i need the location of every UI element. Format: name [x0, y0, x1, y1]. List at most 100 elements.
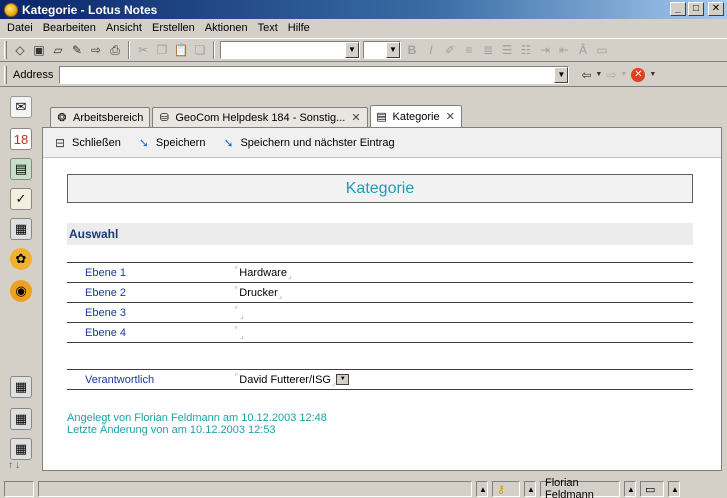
open-folder-icon[interactable]: ▱	[50, 42, 66, 58]
field-value-ebene-3[interactable]: ⌜ ⌟	[235, 306, 244, 320]
outdent-icon[interactable]: ⇤	[556, 42, 572, 58]
status-up-button[interactable]: ▲	[624, 481, 636, 497]
copy-icon[interactable]: ❐	[154, 42, 170, 58]
maximize-button[interactable]: □	[688, 2, 704, 16]
window-title: Kategorie - Lotus Notes	[22, 2, 158, 17]
action-label: Schließen	[72, 136, 121, 149]
font-style-combo[interactable]: ▼	[220, 41, 360, 59]
align-left-icon[interactable]: ≡	[461, 42, 477, 58]
save-action-button[interactable]: ➘ Speichern	[135, 135, 206, 151]
back-arrow-icon[interactable]: ⇦	[581, 68, 591, 82]
folder-stack-icon[interactable]: ▦	[10, 408, 32, 430]
current-user-field[interactable]: Florian Feldmann	[540, 477, 620, 498]
diamond-icon[interactable]: ◇	[12, 42, 28, 58]
paste-special-icon[interactable]: ❏	[192, 42, 208, 58]
forward-icon[interactable]: ⇨	[88, 42, 104, 58]
edit-icon[interactable]: ✎	[69, 42, 85, 58]
menu-hilfe[interactable]: Hilfe	[283, 22, 315, 34]
forward-arrow-icon[interactable]: ⇨	[606, 68, 616, 82]
status-up-button[interactable]: ▲	[476, 481, 488, 497]
folder-stack-icon[interactable]: ▦	[10, 376, 32, 398]
replicator-icon[interactable]: ▦	[10, 218, 32, 240]
text-properties-icon[interactable]: Â	[575, 42, 591, 58]
menu-bearbeiten[interactable]: Bearbeiten	[38, 22, 101, 34]
created-info: Angelegt von Florian Feldmann am 10.12.2…	[67, 412, 327, 424]
favorites-icon[interactable]: ✿	[10, 248, 32, 270]
field-bracket-close: ⌟	[240, 332, 244, 340]
bold-icon[interactable]: B	[404, 42, 420, 58]
address-grip[interactable]	[4, 65, 7, 84]
window-tabs: ❂ Arbeitsbereich ⛁ GeoCom Helpdesk 184 -…	[50, 105, 464, 127]
field-bracket-open: ⌜	[235, 306, 239, 314]
box-icon[interactable]: ▭	[594, 42, 610, 58]
font-size-combo[interactable]: ▼	[363, 41, 401, 59]
chevron-down-icon[interactable]: ▼	[336, 374, 350, 385]
navigation-controls: ⇦ ▼ ⇨ ▼ ✕ ▼	[581, 67, 656, 82]
close-action-button[interactable]: ⊟ Schließen	[51, 135, 121, 151]
menu-aktionen[interactable]: Aktionen	[200, 22, 253, 34]
mail-icon[interactable]: ✉	[10, 96, 32, 118]
scroll-arrows[interactable]: ↑↓	[8, 460, 22, 471]
menu-bar: Datei Bearbeiten Ansicht Erstellen Aktio…	[0, 19, 727, 37]
tab-geocom-helpdesk[interactable]: ⛁ GeoCom Helpdesk 184 - Sonstig... ✕	[152, 107, 368, 127]
mail-status-field[interactable]: ▭	[640, 481, 664, 497]
database-icon: ⛁	[159, 112, 169, 124]
modified-info: Letzte Änderung von am 10.12.2003 12:53	[67, 424, 276, 436]
toolbar-separator	[128, 41, 130, 59]
print-icon[interactable]: ⎙	[107, 42, 123, 58]
menu-erstellen[interactable]: Erstellen	[147, 22, 200, 34]
field-value-verantwortlich[interactable]: ⌜ David Futterer/ISG ⌟ ▼	[235, 374, 350, 387]
toolbar-grip[interactable]	[4, 41, 7, 59]
menu-ansicht[interactable]: Ansicht	[101, 22, 147, 34]
save-next-icon: ➘	[223, 135, 234, 150]
highlight-icon[interactable]: ✐	[442, 42, 458, 58]
lotus-notes-app-icon[interactable]	[4, 2, 18, 17]
folder-stack-icon[interactable]: ▦	[10, 438, 32, 460]
field-bracket-close: ⌟	[287, 272, 292, 280]
tab-arbeitsbereich[interactable]: ❂ Arbeitsbereich	[50, 107, 151, 127]
chevron-down-icon[interactable]: ▼	[649, 71, 656, 78]
bullet-list-icon[interactable]: ☰	[499, 42, 515, 58]
paste-icon[interactable]: 📋	[173, 42, 189, 58]
status-field-left[interactable]	[4, 481, 34, 497]
chevron-down-icon[interactable]: ▼	[386, 42, 400, 58]
save-next-action-button[interactable]: ➘ Speichern und nächster Eintrag	[219, 135, 394, 151]
save-icon: ➘	[138, 135, 149, 150]
close-window-button[interactable]: ✕	[708, 2, 724, 16]
status-message-field[interactable]	[38, 481, 472, 497]
status-up-button[interactable]: ▲	[524, 481, 536, 497]
numbered-list-icon[interactable]: ☷	[518, 42, 534, 58]
menu-text[interactable]: Text	[253, 22, 283, 34]
close-tab-icon[interactable]: ✕	[351, 111, 360, 124]
cut-icon[interactable]: ✂	[135, 42, 151, 58]
toolbar: ◇ ▣ ▱ ✎ ⇨ ⎙ ✂ ❐ 📋 ❏ ▼ ▼ B I ✐ ≡ ≣ ☰ ☷ ⇥ …	[0, 38, 727, 62]
field-value-ebene-4[interactable]: ⌜ ⌟	[235, 327, 244, 340]
minimize-button[interactable]: _	[670, 2, 686, 16]
align-center-icon[interactable]: ≣	[480, 42, 496, 58]
chevron-up-icon: ▲	[627, 484, 635, 494]
chevron-down-icon[interactable]: ▼	[554, 66, 569, 83]
tab-kategorie[interactable]: ▤ Kategorie ✕	[369, 105, 462, 127]
chevron-down-icon[interactable]: ▼	[595, 71, 602, 78]
chevron-down-icon[interactable]: ▼	[620, 71, 627, 78]
address-bar: Address ▼ ⇦ ▼ ⇨ ▼ ✕ ▼	[0, 63, 727, 87]
field-bracket-open: ⌜	[235, 286, 239, 294]
action-label: Speichern und nächster Eintrag	[240, 136, 395, 149]
address-input[interactable]: ▼	[59, 65, 570, 84]
italic-icon[interactable]: I	[423, 42, 439, 58]
stop-icon[interactable]: ✕	[631, 67, 646, 82]
field-value-ebene-1[interactable]: ⌜ Hardware ⌟	[235, 266, 292, 280]
field-value-ebene-2[interactable]: ⌜ Drucker ⌟	[235, 286, 282, 300]
chevron-down-icon[interactable]: ▼	[345, 42, 359, 58]
status-up-button[interactable]: ▲	[668, 481, 680, 497]
menu-datei[interactable]: Datei	[2, 22, 38, 34]
indent-icon[interactable]: ⇥	[537, 42, 553, 58]
security-key-field[interactable]: ⚷	[492, 481, 520, 497]
close-tab-icon[interactable]: ✕	[446, 110, 455, 123]
todo-icon[interactable]: ✓	[10, 188, 32, 210]
save-disk-icon[interactable]: ▣	[31, 42, 47, 58]
databases-icon[interactable]: ◉	[10, 280, 32, 302]
address-book-icon[interactable]: ▤	[10, 158, 32, 180]
field-bracket-open: ⌜	[235, 266, 239, 274]
calendar-icon[interactable]: 18	[10, 128, 32, 150]
